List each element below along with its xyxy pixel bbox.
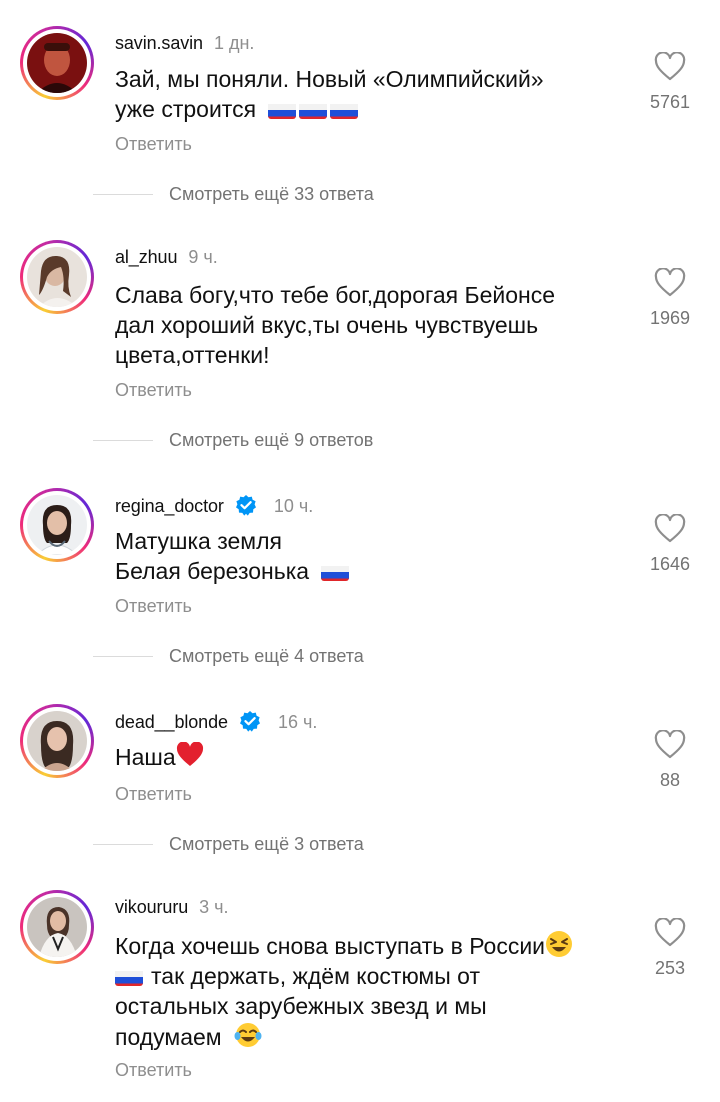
russia-flag-emoji xyxy=(321,562,350,581)
divider-line xyxy=(93,194,153,195)
verified-badge-icon xyxy=(239,711,260,732)
username[interactable]: al_zhuu xyxy=(115,247,177,267)
avatar[interactable] xyxy=(27,897,87,957)
divider-line xyxy=(93,844,153,845)
username[interactable]: vikoururu xyxy=(115,897,188,917)
reply-button[interactable]: Ответить xyxy=(115,596,192,617)
like-count: 1646 xyxy=(649,554,691,574)
comment-text-line: так держать, ждём костюмы от xyxy=(151,963,480,989)
comment-text-line-with-emoji: Белая березонька xyxy=(115,556,635,586)
comment-meta: savin.savin 1 дн. xyxy=(115,32,254,54)
username[interactable]: dead__blonde xyxy=(115,712,228,732)
comment-meta: regina_doctor 10 ч. xyxy=(115,494,313,517)
like-count: 5761 xyxy=(649,92,691,112)
comment-text-line: цвета,оттенки! xyxy=(115,342,270,368)
avatar[interactable] xyxy=(27,711,87,771)
comment-text: Матушка земля Белая березонька xyxy=(115,526,635,586)
comment-text-line-with-emoji: Наша xyxy=(115,742,635,772)
username[interactable]: regina_doctor xyxy=(115,496,224,516)
comment-time: 10 ч. xyxy=(273,496,314,516)
avatar[interactable] xyxy=(27,495,87,555)
view-more-replies-button[interactable]: Смотреть ещё 33 ответа xyxy=(93,184,374,205)
russia-flag-emoji xyxy=(268,100,297,119)
comment-text: Зай, мы поняли. Новый «Олимпийский» уже … xyxy=(115,64,635,124)
comment-text-line: Наша xyxy=(115,744,176,770)
avatar[interactable] xyxy=(27,247,87,307)
face-with-tears-of-joy-emoji xyxy=(234,1023,262,1047)
heart-outline-icon[interactable] xyxy=(654,52,686,82)
view-more-replies-button[interactable]: Смотреть ещё 3 ответа xyxy=(93,834,364,855)
comment-meta: dead__blonde 16 ч. xyxy=(115,710,317,733)
avatar-story-ring[interactable] xyxy=(20,240,94,314)
comment-text-line-with-emoji: уже строится xyxy=(115,94,635,124)
like-count: 253 xyxy=(654,958,686,978)
comment-text: Когда хочешь снова выступать в России та… xyxy=(115,930,635,1052)
comment-text-line: дал хороший вкус,ты очень чувствуешь xyxy=(115,312,539,338)
reply-button[interactable]: Ответить xyxy=(115,134,192,155)
heart-outline-icon[interactable] xyxy=(654,514,686,544)
russia-flag-emoji xyxy=(299,100,328,119)
heart-outline-icon[interactable] xyxy=(654,268,686,298)
comment-text-line: Когда хочешь снова выступать в России xyxy=(115,933,546,959)
heart-outline-icon[interactable] xyxy=(654,730,686,760)
divider-line xyxy=(93,656,153,657)
comment-meta: vikoururu 3 ч. xyxy=(115,896,229,918)
like-count: 1969 xyxy=(649,308,691,328)
avatar-story-ring[interactable] xyxy=(20,488,94,562)
verified-badge-icon xyxy=(235,495,256,516)
comment-text-line: остальных зарубежных звезд и мы xyxy=(115,993,487,1019)
comment-time: 9 ч. xyxy=(188,247,218,267)
view-more-replies-button[interactable]: Смотреть ещё 4 ответа xyxy=(93,646,364,667)
reply-button[interactable]: Ответить xyxy=(115,784,192,805)
view-more-replies-label: Смотреть ещё 4 ответа xyxy=(169,646,364,666)
comment-text-line: Белая березонька xyxy=(115,558,310,584)
comment-text-line: уже строится xyxy=(115,96,257,122)
username[interactable]: savin.savin xyxy=(115,33,203,53)
comment-text-line-with-emoji: так держать, ждём костюмы от xyxy=(115,961,635,991)
reply-button[interactable]: Ответить xyxy=(115,1060,192,1081)
view-more-replies-button[interactable]: Смотреть ещё 9 ответов xyxy=(93,430,373,451)
comment-text-line: подумаем xyxy=(115,1024,222,1050)
view-more-replies-label: Смотреть ещё 3 ответа xyxy=(169,834,364,854)
russia-flag-emoji xyxy=(330,100,359,119)
view-more-replies-label: Смотреть ещё 9 ответов xyxy=(169,430,374,450)
like-count: 88 xyxy=(659,770,681,790)
comment-text-line-with-emoji: Когда хочешь снова выступать в России xyxy=(115,930,635,961)
comment-text: Наша xyxy=(115,742,635,772)
comment-text-line-with-emoji: подумаем xyxy=(115,1021,635,1052)
comment-text-line: Матушка земля xyxy=(115,528,282,554)
comment-meta: al_zhuu 9 ч. xyxy=(115,246,218,268)
red-heart-emoji xyxy=(176,742,203,766)
comment-time: 16 ч. xyxy=(277,712,318,732)
comment-text: Слава богу,что тебе бог,дорогая Бейонсе … xyxy=(115,280,635,370)
comment-text-line: Зай, мы поняли. Новый «Олимпийский» xyxy=(115,66,544,92)
avatar-story-ring[interactable] xyxy=(20,890,94,964)
avatar-story-ring[interactable] xyxy=(20,704,94,778)
view-more-replies-label: Смотреть ещё 33 ответа xyxy=(169,184,374,204)
heart-outline-icon[interactable] xyxy=(654,918,686,948)
comment-time: 1 дн. xyxy=(213,33,255,53)
avatar[interactable] xyxy=(27,33,87,93)
reply-button[interactable]: Ответить xyxy=(115,380,192,401)
russia-flag-emoji xyxy=(115,967,143,986)
comment-text-line: Слава богу,что тебе бог,дорогая Бейонсе xyxy=(115,282,556,308)
squinting-laughing-face-emoji xyxy=(546,931,573,957)
divider-line xyxy=(93,440,153,441)
avatar-story-ring[interactable] xyxy=(20,26,94,100)
comment-time: 3 ч. xyxy=(199,897,229,917)
